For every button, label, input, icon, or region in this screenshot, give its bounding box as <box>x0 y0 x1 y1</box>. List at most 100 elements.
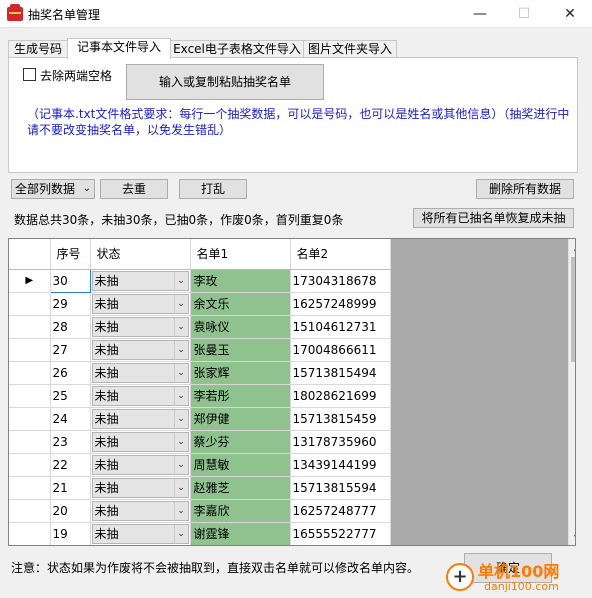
status-dropdown[interactable]: 未抽 ⌄ <box>91 500 189 521</box>
tab-image-folder-import[interactable]: 图片文件夹导入 <box>303 40 397 58</box>
cell-status[interactable]: 未抽 ⌄ <box>90 499 191 523</box>
scroll-up-icon[interactable]: ▲ <box>569 239 575 256</box>
row-header[interactable] <box>9 407 51 431</box>
cell-seq[interactable]: 27 <box>50 338 91 362</box>
cell-name2[interactable]: 17004866611 <box>290 338 391 362</box>
cell-name1[interactable]: 李若彤 <box>190 384 291 408</box>
column-header-name1[interactable]: 名单1 <box>190 239 291 270</box>
row-header[interactable] <box>9 315 51 339</box>
status-dropdown[interactable]: 未抽 ⌄ <box>91 316 189 337</box>
table-row[interactable]: 22 未抽 ⌄ 周慧敏 13439144199 <box>9 453 391 477</box>
chevron-down-icon[interactable]: ⌄ <box>173 501 188 521</box>
chevron-down-icon[interactable]: ⌄ <box>173 524 188 544</box>
table-row[interactable]: 25 未抽 ⌄ 李若彤 18028621699 <box>9 384 391 408</box>
chevron-down-icon[interactable]: ⌄ <box>173 432 188 452</box>
table-row[interactable]: 19 未抽 ⌄ 谢霆锋 16555522777 <box>9 522 391 545</box>
tab-generate-numbers[interactable]: 生成号码 <box>8 40 68 58</box>
chevron-down-icon[interactable]: ⌄ <box>173 455 188 475</box>
cell-name2[interactable]: 18028621699 <box>290 384 391 408</box>
cell-status[interactable]: 未抽 ⌄ <box>90 522 191 545</box>
cell-seq[interactable]: 24 <box>50 407 91 431</box>
table-row[interactable]: 26 未抽 ⌄ 张家辉 15713815494 <box>9 361 391 385</box>
cell-name2[interactable]: 16257248999 <box>290 292 391 316</box>
table-row[interactable]: 20 未抽 ⌄ 李嘉欣 16257248777 <box>9 499 391 523</box>
chevron-down-icon[interactable]: ⌄ <box>173 386 188 406</box>
table-row[interactable]: 27 未抽 ⌄ 张曼玉 17004866611 <box>9 338 391 362</box>
status-dropdown[interactable]: 未抽 ⌄ <box>91 385 189 406</box>
cell-status[interactable]: 未抽 ⌄ <box>90 407 191 431</box>
table-row[interactable]: ▶ 30 未抽 ⌄ 李玫 17304318678 <box>9 268 391 293</box>
row-header[interactable] <box>9 384 51 408</box>
table-row[interactable]: 21 未抽 ⌄ 赵雅芝 15713815594 <box>9 476 391 500</box>
cell-name2[interactable]: 15713815594 <box>290 476 391 500</box>
maximize-button[interactable]: ☐ <box>502 0 546 28</box>
cell-seq[interactable]: 19 <box>50 522 91 545</box>
cell-status[interactable]: 未抽 ⌄ <box>90 384 191 408</box>
row-header[interactable] <box>9 361 51 385</box>
status-dropdown[interactable]: 未抽 ⌄ <box>91 339 189 360</box>
cell-seq[interactable]: 26 <box>50 361 91 385</box>
cell-name2[interactable]: 13439144199 <box>290 453 391 477</box>
cell-status[interactable]: 未抽 ⌄ <box>90 338 191 362</box>
data-grid[interactable]: 序号 状态 名单1 名单2 ▶ 30 未抽 ⌄ 李玫 17304318678 29 未抽 ⌄ 余文… <box>8 238 576 546</box>
cell-seq[interactable]: 29 <box>50 292 91 316</box>
cell-name1[interactable]: 郑伊健 <box>190 407 291 431</box>
status-dropdown[interactable]: 未抽 ⌄ <box>91 362 189 383</box>
row-header[interactable] <box>9 292 51 316</box>
cell-name1[interactable]: 李嘉欣 <box>190 499 291 523</box>
chevron-down-icon[interactable]: ⌄ <box>173 363 188 383</box>
row-header[interactable] <box>9 338 51 362</box>
cell-status[interactable]: 未抽 ⌄ <box>90 269 191 293</box>
row-header[interactable] <box>9 499 51 523</box>
cell-name1[interactable]: 张曼玉 <box>190 338 291 362</box>
cell-name1[interactable]: 李玫 <box>190 269 291 293</box>
cell-seq[interactable]: 30 <box>49 268 91 293</box>
chevron-down-icon[interactable]: ⌄ <box>173 294 188 314</box>
cell-seq[interactable]: 28 <box>50 315 91 339</box>
cell-name1[interactable]: 赵雅芝 <box>190 476 291 500</box>
column-header-status[interactable]: 状态 <box>90 239 191 270</box>
tab-notepad-import[interactable]: 记事本文件导入 <box>67 38 171 59</box>
chevron-down-icon[interactable]: ⌄ <box>173 409 188 429</box>
dedupe-button[interactable]: 去重 <box>100 179 168 199</box>
status-dropdown[interactable]: 未抽 ⌄ <box>91 431 189 452</box>
cell-name2[interactable]: 13178735960 <box>290 430 391 454</box>
column-filter-select[interactable]: 全部列数据 ⌄ <box>11 179 95 199</box>
tab-excel-import[interactable]: Excel电子表格文件导入 <box>170 40 304 58</box>
minimize-button[interactable]: — <box>458 0 502 28</box>
cell-seq[interactable]: 21 <box>50 476 91 500</box>
status-dropdown[interactable]: 未抽 ⌄ <box>91 477 189 498</box>
row-header[interactable] <box>9 430 51 454</box>
scroll-thumb[interactable] <box>571 257 575 362</box>
current-row-arrow-icon[interactable]: ▶ <box>9 269 51 293</box>
cell-seq[interactable]: 25 <box>50 384 91 408</box>
cell-seq[interactable]: 23 <box>50 430 91 454</box>
status-dropdown[interactable]: 未抽 ⌄ <box>91 523 189 544</box>
status-dropdown[interactable]: 未抽 ⌄ <box>91 270 189 291</box>
table-row[interactable]: 24 未抽 ⌄ 郑伊健 15713815459 <box>9 407 391 431</box>
vertical-scrollbar[interactable]: ▲ ▼ <box>568 239 575 545</box>
column-header-seq[interactable]: 序号 <box>50 239 91 270</box>
row-header[interactable] <box>9 522 51 545</box>
cell-name2[interactable]: 16555522777 <box>290 522 391 545</box>
chevron-down-icon[interactable]: ⌄ <box>173 317 188 337</box>
cell-status[interactable]: 未抽 ⌄ <box>90 453 191 477</box>
cell-status[interactable]: 未抽 ⌄ <box>90 361 191 385</box>
chevron-down-icon[interactable]: ⌄ <box>173 478 188 498</box>
status-dropdown[interactable]: 未抽 ⌄ <box>91 454 189 475</box>
trim-spaces-checkbox[interactable] <box>23 68 36 81</box>
cell-name2[interactable]: 15104612731 <box>290 315 391 339</box>
cell-status[interactable]: 未抽 ⌄ <box>90 430 191 454</box>
cell-seq[interactable]: 20 <box>50 499 91 523</box>
table-row[interactable]: 28 未抽 ⌄ 袁咏仪 15104612731 <box>9 315 391 339</box>
cell-status[interactable]: 未抽 ⌄ <box>90 292 191 316</box>
cell-name1[interactable]: 蔡少芬 <box>190 430 291 454</box>
paste-import-button[interactable]: 输入或复制粘贴抽奖名单 <box>126 64 324 100</box>
cell-seq[interactable]: 22 <box>50 453 91 477</box>
table-row[interactable]: 29 未抽 ⌄ 余文乐 16257248999 <box>9 292 391 316</box>
trim-spaces-label[interactable]: 去除两端空格 <box>40 67 112 84</box>
cell-status[interactable]: 未抽 ⌄ <box>90 315 191 339</box>
cell-name1[interactable]: 袁咏仪 <box>190 315 291 339</box>
chevron-down-icon[interactable]: ⌄ <box>173 271 188 291</box>
cell-name1[interactable]: 周慧敏 <box>190 453 291 477</box>
